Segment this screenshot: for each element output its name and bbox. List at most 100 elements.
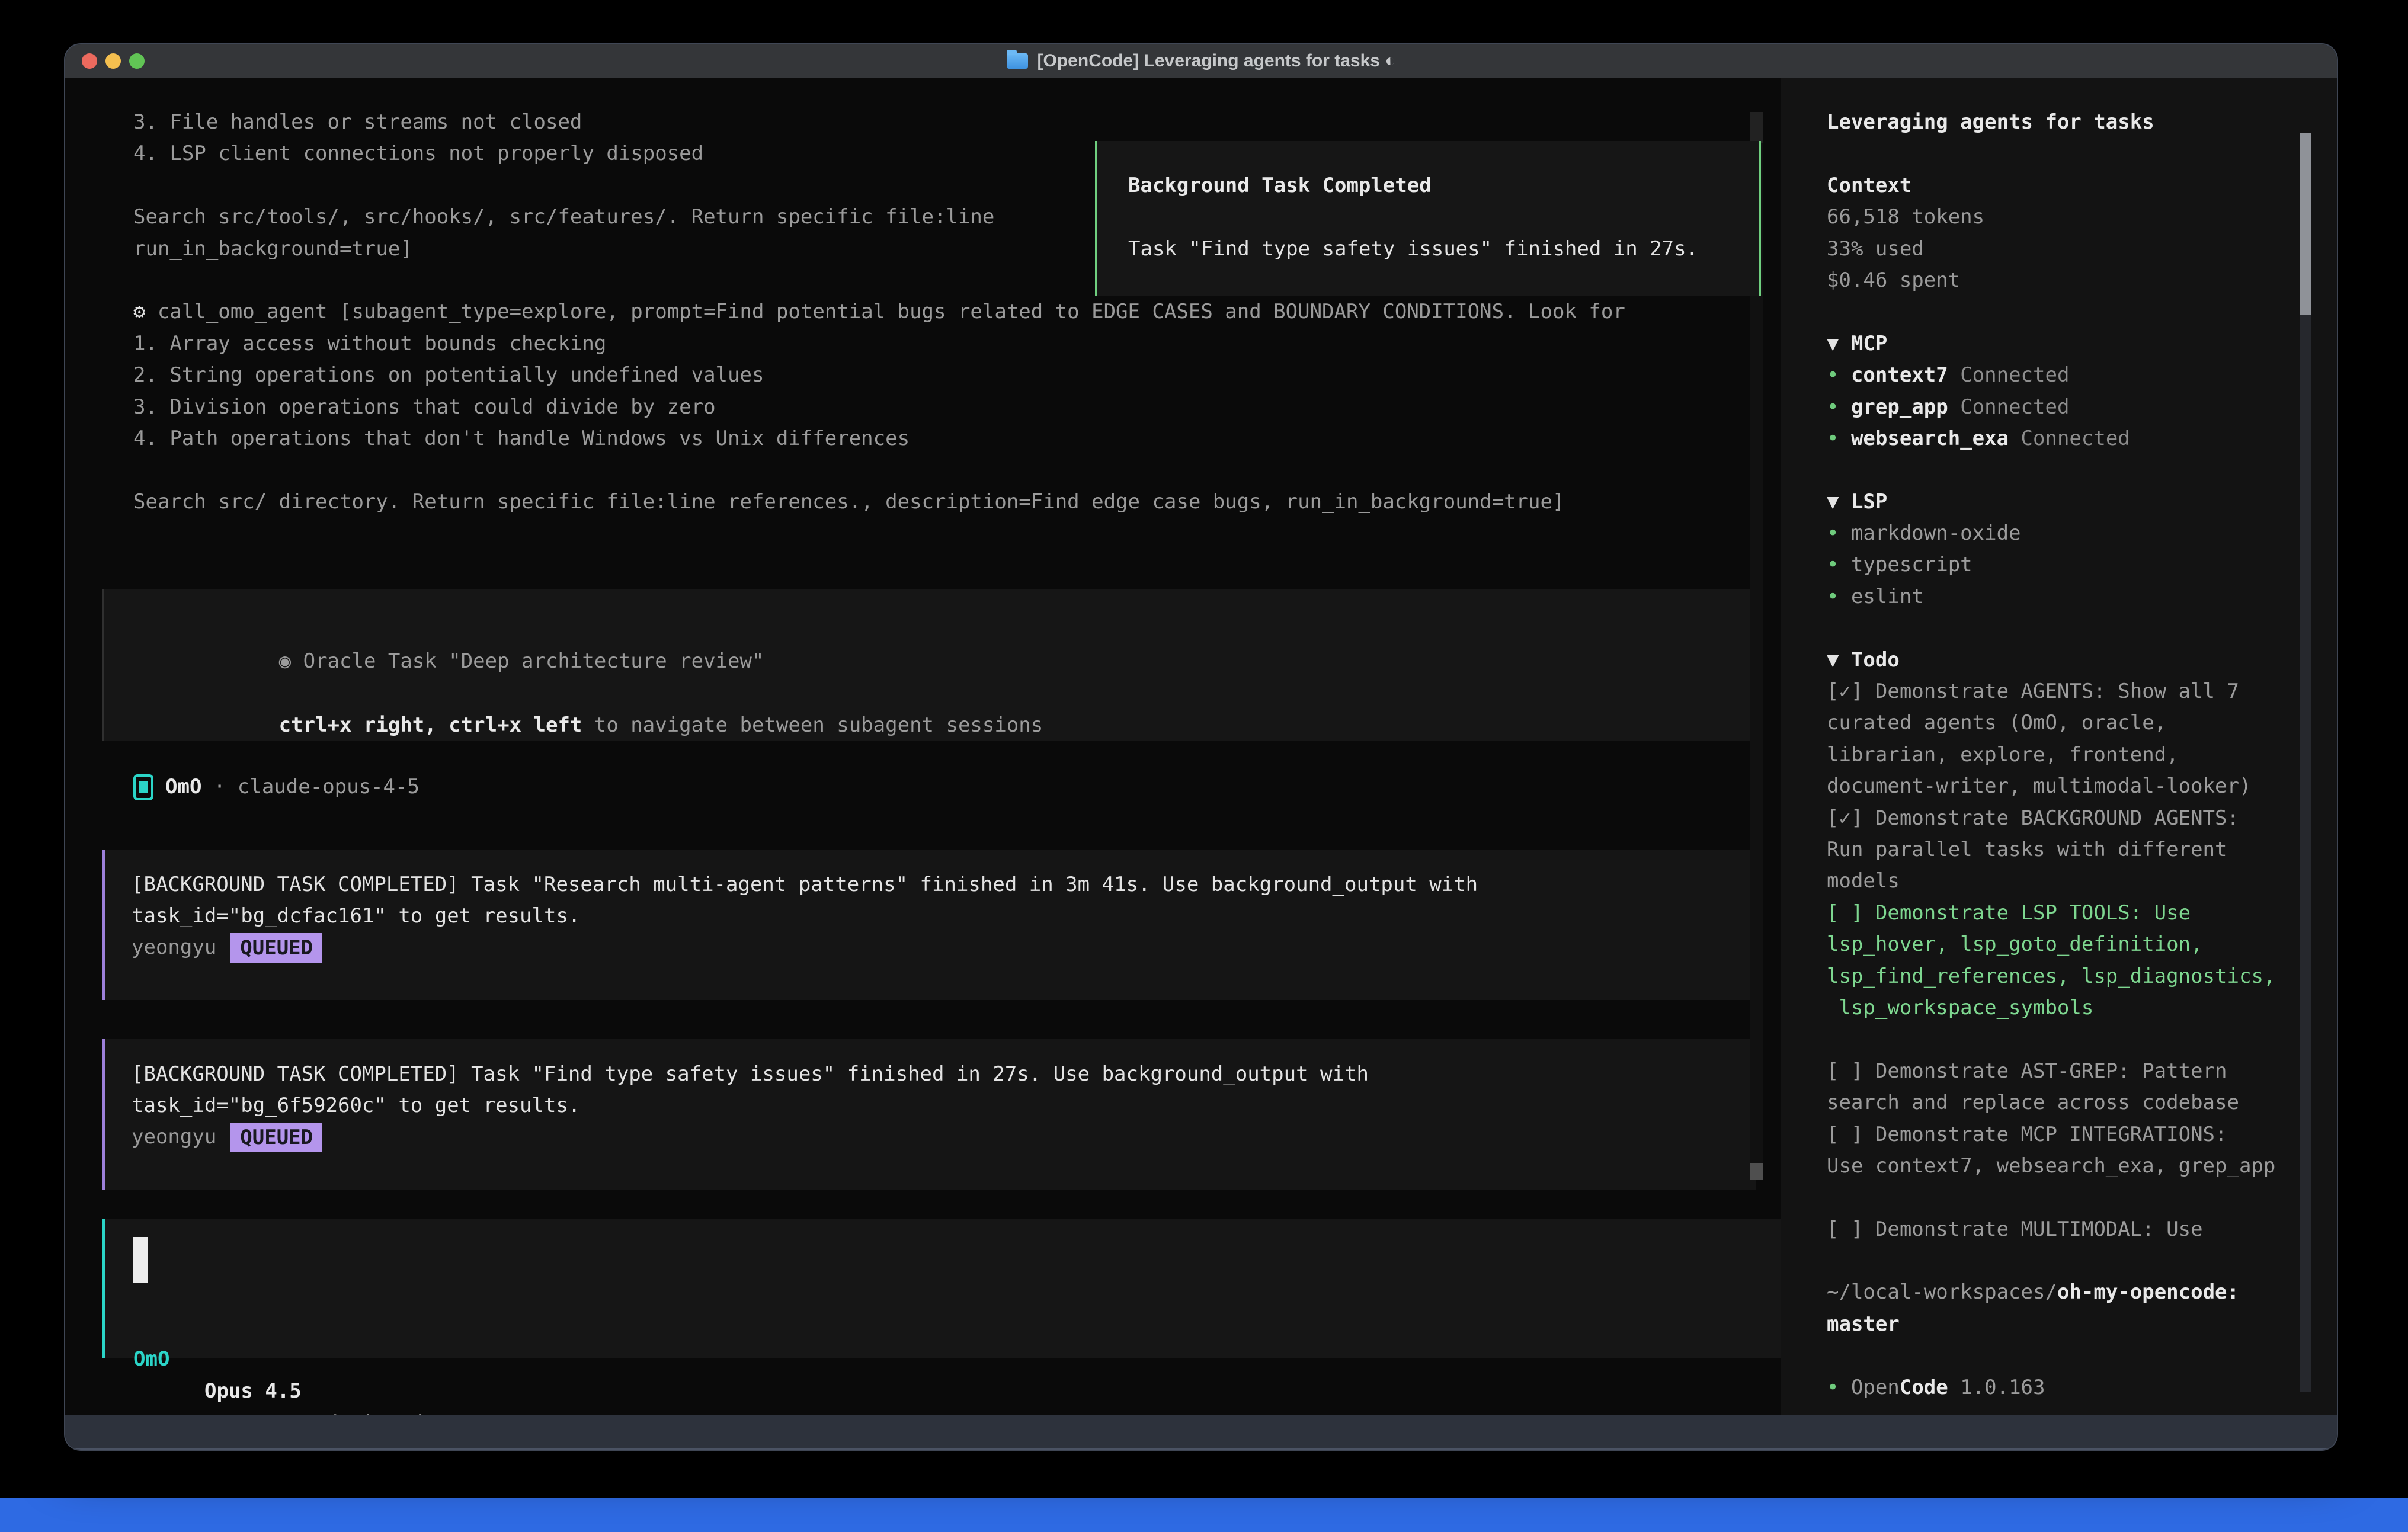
sidebar-line: $0.46 spent xyxy=(1827,265,2301,296)
separator-dot: · xyxy=(213,771,225,803)
sidebar-line-text: ~/local-workspaces/ xyxy=(1827,1280,2057,1304)
sidebar-line: • eslint xyxy=(1827,581,2301,613)
terminal-main-pane[interactable]: 3. File handles or streams not closed 4. … xyxy=(65,78,1781,1415)
log-line-text: 3. Division operations that could divide… xyxy=(133,395,716,419)
task-user: yeongyu xyxy=(132,932,216,963)
sidebar-line-text: ▼ xyxy=(1827,648,1851,672)
sidebar-scrollbar-thumb[interactable] xyxy=(2300,133,2311,315)
log-line-text: 2. String operations on potentially unde… xyxy=(133,363,764,387)
sidebar-line xyxy=(1827,296,2301,328)
sidebar-line xyxy=(1827,1340,2301,1371)
sidebar-line-text: • xyxy=(1827,585,1851,608)
sidebar-line-text: [✓] Demonstrate BACKGROUND AGENTS: xyxy=(1827,806,2239,830)
session-sidebar[interactable]: Leveraging agents for tasks Context 66,51… xyxy=(1781,78,2337,1415)
zoom-button[interactable] xyxy=(129,53,145,69)
sidebar-line-text: MCP xyxy=(1851,332,1887,355)
sidebar-line-text: typescript xyxy=(1851,553,1972,576)
sidebar-line-text: master xyxy=(1827,1312,1900,1336)
folder-icon xyxy=(1007,53,1028,69)
sidebar-line-text: context7 xyxy=(1851,363,1960,387)
window-bottom-bar xyxy=(65,1415,2337,1450)
minimize-button[interactable] xyxy=(105,53,121,69)
opencode-terminal-window: [OpenCode] Leveraging agents for tasks ◐… xyxy=(65,44,2337,1450)
window-title-group: [OpenCode] Leveraging agents for tasks ◐ xyxy=(1007,51,1396,71)
sidebar-line-text: lsp_hover, lsp_goto_definition, xyxy=(1827,932,2203,956)
main-scrollbar-top-segment xyxy=(1750,112,1763,143)
sidebar-line-text: [ ] Demonstrate LSP TOOLS: Use xyxy=(1827,901,2191,925)
active-agent-line: OmO · claude-opus-4-5 xyxy=(133,770,420,805)
sidebar-line xyxy=(1827,613,2301,644)
sidebar-line-text: Connected xyxy=(2021,427,2130,450)
sidebar-line: lsp_find_references, lsp_diagnostics, xyxy=(1827,961,2301,992)
sidebar-line-text: Use context7, websearch_exa, grep_app xyxy=(1827,1154,2275,1178)
agent-model: claude-opus-4-5 xyxy=(238,771,420,803)
sidebar-line-text: 1.0.163 xyxy=(1948,1376,2045,1399)
prompt-input[interactable]: OmO Opus 4.5 Anthropic xyxy=(102,1219,1781,1358)
sidebar-line: Run parallel tasks with different xyxy=(1827,834,2301,866)
sidebar-line: [✓] Demonstrate BACKGROUND AGENTS: xyxy=(1827,803,2301,834)
sidebar-line[interactable]: ▼ Todo xyxy=(1827,645,2301,676)
sidebar-line: [ ] Demonstrate LSP TOOLS: Use xyxy=(1827,898,2301,929)
task-message-line2: task_id="bg_6f59260c" to get results. xyxy=(132,1090,580,1121)
desktop-wallpaper xyxy=(0,1498,2408,1532)
desktop: [OpenCode] Leveraging agents for tasks ◐… xyxy=(0,0,2408,1532)
sidebar-line-text: grep_app xyxy=(1851,395,1960,419)
sidebar-scrollbar[interactable] xyxy=(2300,133,2311,1392)
log-line-text: ⚙ xyxy=(133,300,158,323)
task-meta-row: yeongyu QUEUED xyxy=(132,932,322,963)
sidebar-line: • OpenCode 1.0.163 xyxy=(1827,1372,2301,1403)
sidebar-line-text: Context xyxy=(1827,174,1911,197)
log-line xyxy=(133,454,1752,486)
sidebar-line-text: Todo xyxy=(1851,648,1900,672)
sidebar-line xyxy=(1827,454,2301,486)
log-line-text: Search src/ directory. Return specific f… xyxy=(133,490,1564,514)
sidebar-line-text: • xyxy=(1827,395,1851,419)
sidebar-line: [ ] Demonstrate AST-GREP: Pattern xyxy=(1827,1056,2301,1087)
sidebar-line: Leveraging agents for tasks xyxy=(1827,107,2301,138)
sidebar-line: curated agents (OmO, oracle, xyxy=(1827,707,2301,739)
log-line-text: 4. Path operations that don't handle Win… xyxy=(133,427,910,450)
status-badge: QUEUED xyxy=(230,933,322,963)
sidebar-line: lsp_workspace_symbols xyxy=(1827,992,2301,1024)
sidebar-line-text: Code xyxy=(1900,1376,1948,1399)
sidebar-line[interactable]: ▼ LSP xyxy=(1827,486,2301,518)
sidebar-line-text: [ ] Demonstrate MULTIMODAL: Use xyxy=(1827,1217,2203,1241)
traffic-lights xyxy=(82,44,145,78)
sidebar-line: [ ] Demonstrate MCP INTEGRATIONS: xyxy=(1827,1119,2301,1150)
task-message-line1: [BACKGROUND TASK COMPLETED] Task "Resear… xyxy=(132,869,1478,900)
log-line: 3. Division operations that could divide… xyxy=(133,392,1752,423)
sidebar-line: 66,518 tokens xyxy=(1827,201,2301,233)
sidebar-line-text: lsp_workspace_symbols xyxy=(1827,996,2093,1020)
input-agent-name[interactable]: OmO xyxy=(133,1344,169,1375)
log-line-text: 3. File handles or streams not closed xyxy=(133,110,582,134)
record-icon: ◉ xyxy=(279,649,291,673)
task-meta-row: yeongyu QUEUED xyxy=(132,1121,322,1153)
main-scrollbar-thumb[interactable] xyxy=(1750,1163,1763,1180)
sidebar-content: Leveraging agents for tasks Context 66,51… xyxy=(1827,107,2301,1403)
sidebar-line xyxy=(1827,1024,2301,1055)
window-body: 3. File handles or streams not closed 4. … xyxy=(65,78,2337,1415)
sidebar-line-text: lsp_find_references, lsp_diagnostics, xyxy=(1827,964,2275,988)
sidebar-line[interactable]: ▼ MCP xyxy=(1827,328,2301,360)
sidebar-line-text: ▼ xyxy=(1827,332,1851,355)
task-message-line1: [BACKGROUND TASK COMPLETED] Task "Find t… xyxy=(132,1059,1369,1090)
sidebar-line: document-writer, multimodal-looker) xyxy=(1827,771,2301,802)
sidebar-line: • typescript xyxy=(1827,549,2301,581)
sidebar-line-text: [ ] Demonstrate MCP INTEGRATIONS: xyxy=(1827,1123,2227,1146)
spinner-dots: ········· xyxy=(110,1407,229,1415)
close-button[interactable] xyxy=(82,53,97,69)
sidebar-line-text: librarian, explore, frontend, xyxy=(1827,743,2179,767)
sidebar-line: master xyxy=(1827,1309,2301,1340)
sidebar-line-text: eslint xyxy=(1851,585,1924,608)
status-badge: QUEUED xyxy=(230,1123,322,1152)
sidebar-line-text: [ ] Demonstrate AST-GREP: Pattern xyxy=(1827,1059,2227,1083)
hint-keys: ctrl+x right, ctrl+x left xyxy=(279,713,582,737)
notification-title: Background Task Completed xyxy=(1128,170,1432,201)
sidebar-line: Use context7, websearch_exa, grep_app xyxy=(1827,1150,2301,1182)
sidebar-line-text: search and replace across codebase xyxy=(1827,1091,2239,1114)
sidebar-line-text: Run parallel tasks with different xyxy=(1827,838,2227,861)
window-titlebar[interactable]: [OpenCode] Leveraging agents for tasks ◐ xyxy=(65,44,2337,78)
sidebar-line-text: • xyxy=(1827,1376,1851,1399)
log-line-text: run_in_background=true] xyxy=(133,237,412,261)
oracle-task-box: ◉ Oracle Task "Deep architecture review"… xyxy=(102,589,1754,741)
